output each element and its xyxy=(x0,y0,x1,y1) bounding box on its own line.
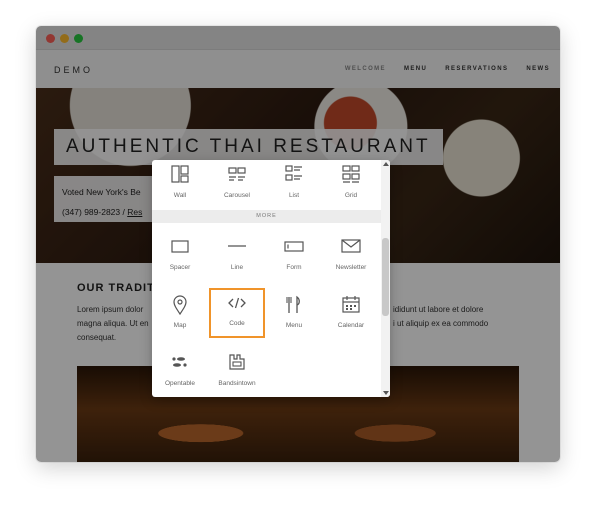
block-list[interactable]: List xyxy=(266,160,322,210)
block-newsletter[interactable]: Newsletter xyxy=(323,232,379,282)
block-spacer[interactable]: Spacer xyxy=(152,232,208,282)
block-label: Opentable xyxy=(165,380,195,387)
section-header-more: MORE xyxy=(152,210,381,223)
block-grid[interactable]: Grid xyxy=(323,160,379,210)
block-label: Map xyxy=(173,322,187,329)
list-icon xyxy=(285,165,303,188)
map-pin-icon xyxy=(172,295,188,320)
block-label: Code xyxy=(229,320,245,327)
opentable-icon xyxy=(170,353,190,376)
form-icon xyxy=(284,237,304,260)
block-form[interactable]: Form xyxy=(266,232,322,282)
line-icon xyxy=(227,237,247,260)
block-menu[interactable]: Menu xyxy=(266,290,322,340)
block-map[interactable]: Map xyxy=(152,290,208,340)
block-label: List xyxy=(288,192,300,199)
block-label: Spacer xyxy=(169,264,191,271)
block-label: Line xyxy=(230,264,244,271)
bandsintown-icon xyxy=(228,353,246,376)
spacer-icon xyxy=(171,237,189,260)
block-code[interactable]: Code xyxy=(209,288,265,338)
block-label: Calendar xyxy=(337,322,365,329)
wall-icon xyxy=(171,165,189,188)
block-bandsintown[interactable]: Bandsintown xyxy=(209,348,265,397)
scroll-down-arrow-icon[interactable] xyxy=(383,391,389,395)
block-label: Wall xyxy=(173,192,187,199)
picker-scrollbar-thumb[interactable] xyxy=(382,238,389,316)
newsletter-icon xyxy=(341,237,361,260)
block-label: Form xyxy=(286,264,302,271)
block-calendar[interactable]: Calendar xyxy=(323,290,379,340)
block-line[interactable]: Line xyxy=(209,232,265,282)
grid-icon xyxy=(342,165,360,188)
block-opentable[interactable]: Opentable xyxy=(152,348,208,397)
carousel-icon xyxy=(228,165,246,188)
block-label: Grid xyxy=(344,192,358,199)
block-label: Bandsintown xyxy=(218,380,256,387)
menu-fork-knife-icon xyxy=(286,295,302,320)
block-label: Menu xyxy=(285,322,303,329)
block-picker-panel: Wall Carousel List Grid MORE Spacer Line xyxy=(152,160,390,397)
scroll-up-arrow-icon[interactable] xyxy=(383,162,389,166)
block-label: Carousel xyxy=(223,192,250,199)
block-label: Newsletter xyxy=(335,264,367,271)
code-icon xyxy=(227,294,247,317)
calendar-icon xyxy=(342,295,360,318)
block-wall[interactable]: Wall xyxy=(152,160,208,210)
block-carousel[interactable]: Carousel xyxy=(209,160,265,210)
